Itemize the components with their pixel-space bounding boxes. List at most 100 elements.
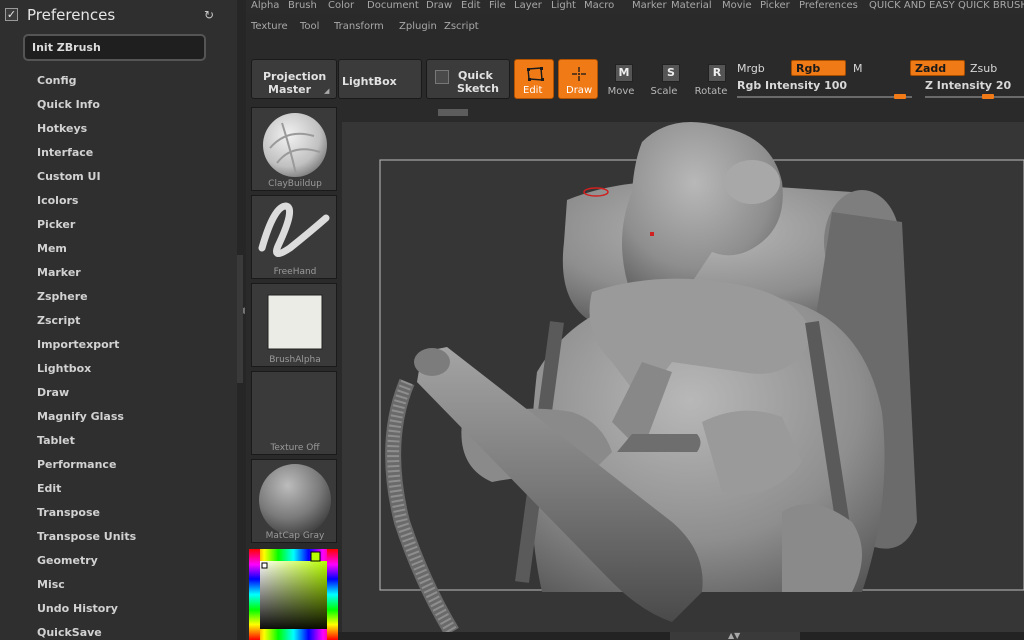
preferences-item-draw[interactable]: Draw	[37, 385, 136, 409]
projection-master-label-2: Master	[268, 83, 312, 96]
preferences-item-custom-ui[interactable]: Custom UI	[37, 169, 136, 193]
brush-slot[interactable]: ClayBuildup	[251, 107, 337, 191]
rgb-intensity-slider[interactable]	[737, 96, 912, 98]
material-name: MatCap Gray	[265, 531, 325, 541]
preferences-item-edit[interactable]: Edit	[37, 481, 136, 505]
preferences-checkbox[interactable]: ✓	[5, 8, 18, 21]
preferences-item-picker[interactable]: Picker	[37, 217, 136, 241]
canvas-bottom-strip: ▲▼	[338, 631, 1024, 640]
preferences-item-hotkeys[interactable]: Hotkeys	[37, 121, 136, 145]
alpha-name: BrushAlpha	[269, 355, 321, 365]
popout-icon[interactable]: ↻	[202, 9, 216, 23]
menu-file[interactable]: File	[489, 0, 506, 11]
quick-sketch-label-2: Sketch	[457, 82, 500, 95]
rotate-label: Rotate	[694, 86, 728, 97]
menu-brush[interactable]: Brush	[288, 0, 317, 11]
menu-texture[interactable]: Texture	[251, 21, 288, 32]
menu-marker[interactable]: Marker	[632, 0, 667, 11]
menu-movie[interactable]: Movie	[722, 0, 752, 11]
zadd-button[interactable]: Zadd	[910, 60, 965, 76]
preferences-item-mem[interactable]: Mem	[37, 241, 136, 265]
menu-light[interactable]: Light	[551, 0, 576, 11]
menu-alpha[interactable]: Alpha	[251, 0, 279, 11]
brush-name: ClayBuildup	[268, 179, 322, 189]
mrgb-button[interactable]: Mrgb	[737, 62, 765, 75]
texture-slot[interactable]: Texture Off	[251, 371, 337, 455]
draw-button[interactable]: Draw	[558, 59, 598, 99]
menu-layer[interactable]: Layer	[514, 0, 542, 11]
stroke-slot[interactable]: FreeHand	[251, 195, 337, 279]
rgb-button[interactable]: Rgb	[791, 60, 846, 76]
menu-transform[interactable]: Transform	[334, 21, 384, 32]
menu-quick-and-easy[interactable]: QUICK AND EASY	[869, 0, 955, 11]
dropdown-corner-icon: ◢	[324, 87, 330, 95]
lightbox-button[interactable]: LightBox	[338, 59, 422, 99]
secondary-menu-bar: Texture Tool Transform Zplugin Zscript	[246, 18, 1024, 36]
quick-sketch-icon	[435, 70, 449, 84]
rgb-intensity-knob[interactable]	[894, 94, 906, 99]
preferences-item-transpose[interactable]: Transpose	[37, 505, 136, 529]
edit-button[interactable]: Edit	[514, 59, 554, 99]
z-intensity-slider[interactable]	[925, 96, 1024, 98]
document-canvas[interactable]	[342, 122, 1024, 632]
move-button[interactable]: M Move	[601, 64, 641, 100]
rotate-icon: R	[708, 64, 726, 82]
preferences-item-geometry[interactable]: Geometry	[37, 553, 136, 577]
scale-icon: S	[662, 64, 680, 82]
preferences-item-magnify-glass[interactable]: Magnify Glass	[37, 409, 136, 433]
preferences-item-performance[interactable]: Performance	[37, 457, 136, 481]
menu-picker[interactable]: Picker	[760, 0, 790, 11]
menu-quick-brushe[interactable]: QUICK BRUSHE	[958, 0, 1024, 11]
preferences-item-transpose-units[interactable]: Transpose Units	[37, 529, 136, 553]
init-zbrush-button[interactable]: Init ZBrush	[23, 34, 206, 61]
preferences-item-quick-info[interactable]: Quick Info	[37, 97, 136, 121]
horizontal-scroll-thumb[interactable]	[438, 109, 468, 116]
menu-edit[interactable]: Edit	[461, 0, 480, 11]
projection-master-button[interactable]: Projection Master ◢	[251, 59, 337, 99]
menu-tool[interactable]: Tool	[300, 21, 319, 32]
preferences-title: Preferences	[27, 6, 116, 24]
alpha-slot[interactable]: BrushAlpha	[251, 283, 337, 367]
preferences-item-importexport[interactable]: Importexport	[37, 337, 136, 361]
preferences-list: Config Quick Info Hotkeys Interface Custom U…	[37, 73, 136, 640]
preferences-item-zsphere[interactable]: Zsphere	[37, 289, 136, 313]
zadd-label: Zadd	[915, 62, 947, 75]
preferences-item-zscript[interactable]: Zscript	[37, 313, 136, 337]
menu-document[interactable]: Document	[367, 0, 419, 11]
rgb-intensity-label: Rgb Intensity 100	[737, 79, 848, 92]
m-button[interactable]: M	[853, 62, 863, 75]
preferences-item-marker[interactable]: Marker	[37, 265, 136, 289]
material-slot[interactable]: MatCap Gray	[251, 459, 337, 543]
menu-draw[interactable]: Draw	[426, 0, 452, 11]
menu-zscript[interactable]: Zscript	[444, 21, 479, 32]
z-intensity-knob[interactable]	[981, 94, 994, 99]
color-picker-swatch	[249, 549, 338, 640]
quick-sketch-button[interactable]: Quick Sketch	[426, 59, 510, 99]
preferences-item-misc[interactable]: Misc	[37, 577, 136, 601]
preferences-item-icolors[interactable]: Icolors	[37, 193, 136, 217]
sculpted-character-model	[379, 122, 1024, 632]
scale-button[interactable]: S Scale	[644, 64, 684, 100]
scale-label: Scale	[650, 86, 678, 97]
rotate-button[interactable]: R Rotate	[691, 64, 731, 100]
menu-macro[interactable]: Macro	[584, 0, 614, 11]
color-picker[interactable]	[249, 549, 338, 640]
texture-name: Texture Off	[270, 443, 320, 453]
preferences-panel: ✓ Preferences ↻ Init ZBrush Config Quick …	[0, 0, 237, 640]
tray-arrow-icon[interactable]: ▲▼	[728, 631, 740, 640]
preferences-item-undo-history[interactable]: Undo History	[37, 601, 136, 625]
menu-material[interactable]: Material	[671, 0, 712, 11]
preferences-item-quicksave[interactable]: QuickSave	[37, 625, 136, 640]
preferences-item-lightbox[interactable]: Lightbox	[37, 361, 136, 385]
edit-label: Edit	[523, 85, 543, 96]
zsub-button[interactable]: Zsub	[970, 62, 997, 75]
preferences-item-tablet[interactable]: Tablet	[37, 433, 136, 457]
projection-master-label-1: Projection	[263, 70, 327, 83]
preferences-scrollbar[interactable]	[237, 255, 243, 383]
menu-preferences[interactable]: Preferences	[799, 0, 858, 11]
menu-color[interactable]: Color	[328, 0, 354, 11]
menu-zplugin[interactable]: Zplugin	[399, 21, 437, 32]
preferences-item-interface[interactable]: Interface	[37, 145, 136, 169]
preferences-item-config[interactable]: Config	[37, 73, 136, 97]
preferences-header: ✓ Preferences ↻	[0, 0, 237, 30]
